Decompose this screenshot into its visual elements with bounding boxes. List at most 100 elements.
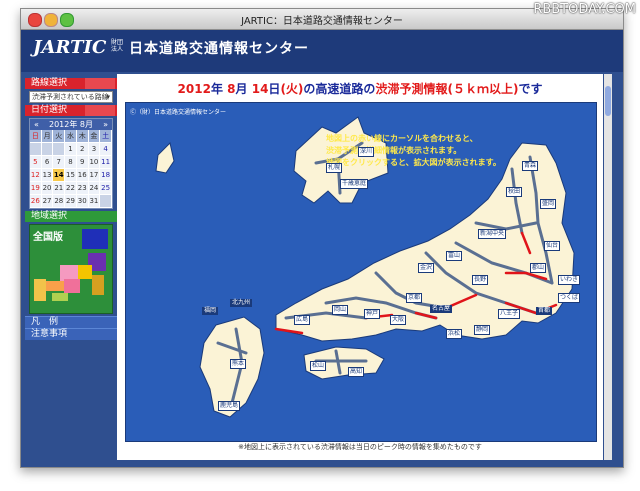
route-select-label: 路線選択 — [25, 78, 117, 89]
calendar-day[interactable]: 5 — [30, 156, 42, 169]
sado-island — [155, 142, 175, 174]
calendar-header: « 2012年 8月 » — [30, 119, 112, 130]
map-footnote: ※地図上に表示されている渋滞情報は当日のピーク時の情報を集めたものです — [238, 443, 482, 451]
calendar-day[interactable]: 1 — [65, 143, 77, 156]
calendar-day[interactable]: 16 — [76, 169, 89, 182]
calendar: « 2012年 8月 » 日月火水木金土 1 2 3 4 5 6 7 8 9 10 11 12 13 14 1… — [29, 118, 113, 209]
nationwide-button[interactable]: 全国版 — [33, 228, 63, 243]
map-label[interactable]: 浜松 — [446, 329, 463, 339]
vertical-scrollbar[interactable] — [604, 74, 612, 460]
map-label[interactable]: 秋田 — [506, 187, 523, 197]
map-label[interactable]: 広島 — [294, 315, 311, 325]
jartic-logo[interactable]: JARTIC — [33, 37, 106, 58]
map-label[interactable]: つくば — [558, 293, 581, 303]
calendar-day[interactable]: 10 — [88, 156, 101, 169]
sidebar: 路線選択 渋滞予測されている路線 ▾ 日付選択 « 2012年 8月 » 日月火… — [25, 72, 117, 464]
map-label[interactable]: 鹿児島 — [218, 401, 241, 411]
kinki-region-block[interactable] — [64, 279, 80, 293]
weekday-header: 月 — [41, 130, 54, 143]
map-label[interactable]: いわき — [558, 275, 581, 285]
next-month-icon[interactable]: » — [103, 119, 108, 130]
kanto-region-block[interactable] — [76, 265, 92, 279]
map-label[interactable]: 首都 — [536, 307, 553, 315]
map-instructions: 地図上の赤い線にカーソルを合わせると、 渋滞予測の詳細情報が表示されます。 地図… — [326, 134, 501, 167]
calendar-day[interactable]: 14 — [53, 169, 66, 182]
map-label[interactable]: 神戸 — [364, 309, 381, 319]
map-label[interactable]: 郡山 — [530, 263, 547, 273]
calendar-day[interactable]: 9 — [76, 156, 89, 169]
map-label[interactable]: 岡山 — [332, 305, 349, 315]
calendar-month: 2012年 8月 — [49, 120, 93, 129]
calendar-day[interactable]: 23 — [76, 182, 89, 195]
kyushu-region-block[interactable] — [34, 279, 46, 301]
calendar-day[interactable]: 29 — [65, 195, 77, 208]
congestion-map[interactable]: Ⓒ（財）日本道路交通情報センター 地図上の赤い線にカーソルを合わせると、 渋滞予… — [125, 102, 597, 442]
map-label[interactable]: 仙台 — [544, 241, 561, 251]
notice-link[interactable]: 注意事項 — [25, 328, 117, 340]
map-label[interactable]: 八王子 — [498, 309, 521, 319]
calendar-day[interactable]: 15 — [65, 169, 77, 182]
hokkaido-region-block[interactable] — [82, 229, 108, 249]
calendar-day[interactable]: 22 — [65, 182, 77, 195]
map-label[interactable]: 富山 — [446, 251, 463, 261]
map-label[interactable]: 千歳恵庭 — [340, 179, 369, 189]
map-label[interactable]: 福岡 — [202, 307, 219, 315]
map-label[interactable]: 熊本 — [230, 359, 247, 369]
calendar-day[interactable]: 7 — [53, 156, 66, 169]
calendar-day[interactable]: 20 — [41, 182, 54, 195]
prev-month-icon[interactable]: « — [34, 119, 39, 130]
date-select-label: 日付選択 — [25, 105, 117, 116]
calendar-day[interactable]: 21 — [53, 182, 66, 195]
map-label[interactable]: 大阪 — [390, 315, 407, 325]
route-select-value: 渋滞予測されている路線 — [32, 93, 109, 101]
map-label[interactable]: 金沢 — [418, 263, 435, 273]
map-label[interactable]: 新潟中央 — [478, 229, 507, 239]
site-title: 日本道路交通情報センター — [129, 41, 309, 57]
calendar-day[interactable]: 27 — [41, 195, 54, 208]
calendar-day[interactable]: 11 — [100, 156, 112, 169]
chugoku-region-block[interactable] — [46, 281, 64, 291]
kanto-east-region-block[interactable] — [92, 275, 104, 295]
org-prefix: 財団法人 — [111, 39, 124, 53]
map-label[interactable]: 青森 — [522, 161, 539, 171]
calendar-grid: 日月火水木金土 1 2 3 4 5 6 7 8 9 10 11 12 13 14 15 16 17 18 19 20 21… — [30, 130, 112, 208]
content-area: 2012年 8月 14日(火)の高速道路の渋滞予測情報(５ｋｍ以上)です Ⓒ（財… — [117, 74, 603, 460]
map-label[interactable]: 松山 — [310, 361, 327, 371]
map-label[interactable]: 深川 — [358, 147, 375, 157]
weekday-header: 木 — [76, 130, 89, 143]
calendar-day[interactable]: 28 — [53, 195, 66, 208]
calendar-day[interactable]: 3 — [88, 143, 101, 156]
weekday-header: 金 — [88, 130, 101, 143]
calendar-day[interactable]: 4 — [100, 143, 112, 156]
calendar-day[interactable]: 26 — [30, 195, 42, 208]
map-label[interactable]: 札幌 — [326, 163, 343, 173]
calendar-empty-cell — [100, 195, 112, 208]
calendar-day[interactable]: 18 — [100, 169, 112, 182]
calendar-day[interactable]: 13 — [41, 169, 54, 182]
calendar-day[interactable]: 6 — [41, 156, 54, 169]
map-label[interactable]: 京都 — [406, 293, 423, 303]
calendar-day[interactable]: 25 — [100, 182, 112, 195]
calendar-day[interactable]: 31 — [88, 195, 101, 208]
shikoku-region-block[interactable] — [52, 293, 68, 301]
map-label[interactable]: 北九州 — [230, 299, 253, 307]
calendar-day[interactable]: 2 — [76, 143, 89, 156]
calendar-day[interactable]: 8 — [65, 156, 77, 169]
scrollbar-thumb[interactable] — [605, 86, 611, 116]
map-label[interactable]: 名古屋 — [430, 305, 453, 313]
calendar-day[interactable]: 19 — [30, 182, 42, 195]
map-label[interactable]: 高知 — [348, 367, 365, 377]
page-headline: 2012年 8月 14日(火)の高速道路の渋滞予測情報(５ｋｍ以上)です — [177, 82, 543, 96]
calendar-day[interactable]: 30 — [76, 195, 89, 208]
calendar-day[interactable]: 12 — [30, 169, 42, 182]
map-label[interactable]: 盛岡 — [540, 199, 557, 209]
map-label[interactable]: 長野 — [472, 275, 489, 285]
weekday-header: 火 — [53, 130, 66, 143]
watermark: RBBTODAY.COM — [533, 2, 636, 17]
route-select[interactable]: 渋滞予測されている路線 ▾ — [29, 91, 113, 103]
calendar-day[interactable]: 24 — [88, 182, 101, 195]
map-label[interactable]: 静岡 — [474, 325, 491, 335]
calendar-day[interactable]: 17 — [88, 169, 101, 182]
region-map[interactable]: 全国版 — [29, 224, 113, 314]
legend-link[interactable]: 凡 例 — [25, 316, 117, 328]
